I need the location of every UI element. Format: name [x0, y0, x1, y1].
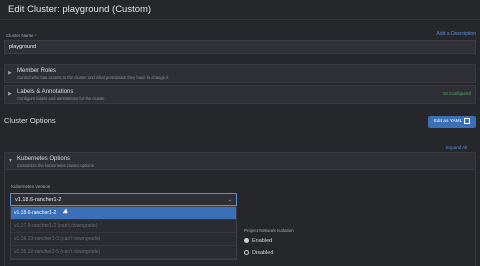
labels-annotations-panel[interactable]: ▶ Labels & Annotations Configure labels …	[4, 85, 476, 104]
version-option[interactable]: v1.15.12-rancher2-5 (can't downgrade)	[11, 246, 236, 259]
labels-annotations-description: Configure labels and annotations for the…	[17, 96, 106, 101]
kubernetes-options-description: Customize the kubernetes cluster options	[17, 163, 94, 168]
cluster-name-input[interactable]: playground	[4, 40, 476, 54]
chevron-down-icon: ⌄	[227, 197, 232, 203]
labels-configured-badge: 10 Configured	[442, 91, 471, 96]
chevron-right-icon: ▶	[8, 91, 12, 97]
chevron-down-icon: ▼	[8, 158, 13, 164]
kubernetes-version-select[interactable]: v1.18.6-rancher1-2 ⌄	[10, 193, 237, 206]
cluster-options-title: Cluster Options	[4, 116, 56, 125]
member-roles-title: Member Roles	[17, 68, 57, 74]
member-roles-panel[interactable]: ▶ Member Roles Control who has access to…	[4, 64, 476, 83]
radio-unchecked-icon	[244, 250, 249, 256]
pni-enabled-radio[interactable]: Enabled	[244, 238, 272, 244]
cluster-name-label: Cluster Name *	[6, 33, 37, 38]
add-description-link[interactable]: Add a Description	[437, 31, 476, 37]
kubernetes-options-title: Kubernetes Options	[17, 156, 71, 162]
version-option[interactable]: v1.17.9-rancher1-2 (can't downgrade)	[11, 220, 236, 233]
expand-all-link[interactable]: Expand All	[446, 145, 467, 150]
project-network-isolation-label: Project Network Isolation	[244, 228, 294, 233]
edit-as-yaml-button[interactable]: Edit as YAML	[428, 116, 476, 128]
labels-annotations-title: Labels & Annotations	[17, 89, 74, 95]
kubernetes-options-panel[interactable]: ▼ Kubernetes Options Customize the kuber…	[4, 152, 476, 170]
page-title: Edit Cluster: playground (Custom)	[8, 4, 152, 15]
header-divider	[0, 19, 480, 20]
kubernetes-version-label: Kubernetes Version	[11, 184, 51, 189]
pni-disabled-radio[interactable]: Disabled	[244, 250, 273, 256]
copy-icon	[464, 117, 471, 124]
kubernetes-version-menu: v1.18.6-rancher1-2 v1.17.9-rancher1-2 (c…	[10, 206, 237, 260]
radio-checked-icon	[244, 238, 249, 244]
required-mark: *	[34, 33, 37, 38]
member-roles-description: Control who has access to the cluster an…	[17, 75, 170, 80]
version-option[interactable]: v1.16.13-rancher1-3 (can't downgrade)	[11, 233, 236, 246]
version-option[interactable]: v1.18.6-rancher1-2	[11, 207, 236, 220]
chevron-right-icon: ▶	[8, 70, 12, 76]
